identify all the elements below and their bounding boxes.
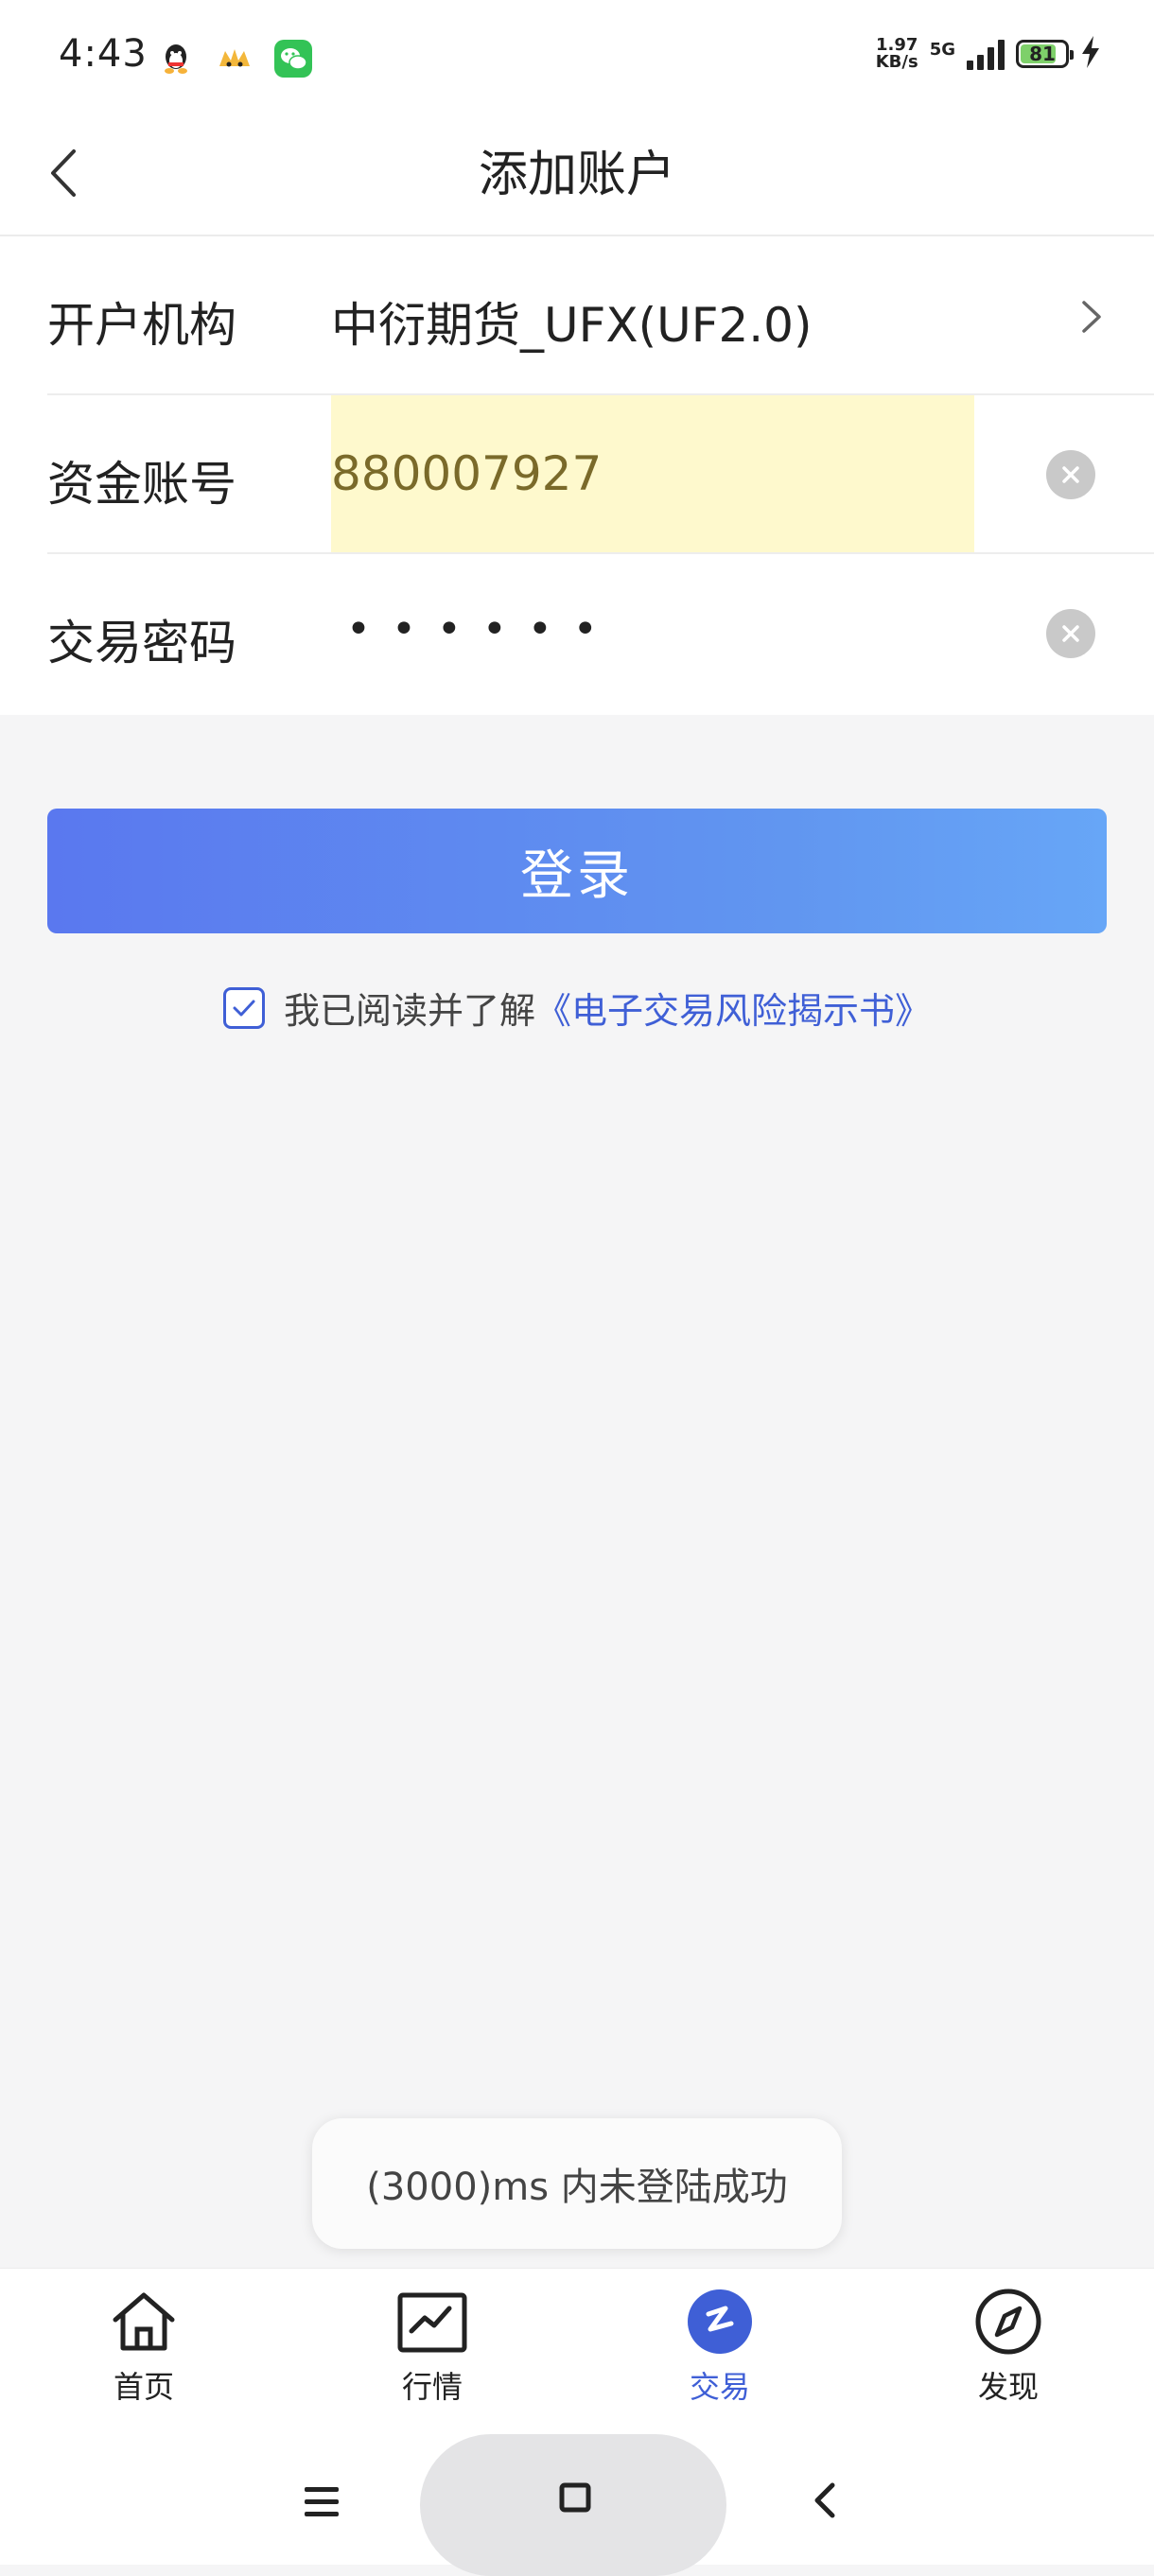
- agreement-row: 我已阅读并了解 《电子交易风险揭示书》: [0, 982, 1154, 1034]
- trade-icon: [688, 2289, 752, 2354]
- tab-label: 交易: [689, 2369, 750, 2405]
- institution-row[interactable]: 开户机构 中衍期货_UFX(UF2.0): [0, 236, 1154, 395]
- password-row: 交易密码 ••••••: [0, 554, 1154, 713]
- clear-account-button[interactable]: [1046, 450, 1095, 499]
- tab-bar: 首页 行情 交易 发现: [0, 2268, 1154, 2435]
- password-input[interactable]: ••••••: [346, 605, 619, 653]
- account-label: 资金账号: [47, 457, 236, 512]
- nav-bar: 添加账户: [0, 113, 1154, 236]
- account-input[interactable]: 880007927: [331, 446, 602, 501]
- chevron-right-icon: [1075, 293, 1109, 340]
- tab-trade[interactable]: 交易: [625, 2288, 814, 2429]
- toast: (3000)ms 内未登陆成功: [312, 2118, 842, 2249]
- wechat-icon: [274, 40, 312, 78]
- tab-market[interactable]: 行情: [338, 2288, 527, 2429]
- network-speed: 1.97 KB/s: [875, 35, 918, 72]
- chart-icon: [397, 2292, 467, 2353]
- clear-password-button[interactable]: [1046, 609, 1095, 658]
- menu-icon[interactable]: [301, 2483, 342, 2521]
- network-type: 5G: [929, 39, 955, 60]
- tab-discover[interactable]: 发现: [914, 2288, 1103, 2429]
- qq-icon: [157, 40, 195, 78]
- account-form: 开户机构 中衍期货_UFX(UF2.0) 资金账号 880007927 交易密码…: [0, 236, 1154, 715]
- battery-icon: 81: [1016, 40, 1074, 68]
- crown-icon: [216, 40, 254, 78]
- battery-label: 81: [1029, 43, 1056, 65]
- password-label: 交易密码: [47, 616, 236, 670]
- agreement-checkbox[interactable]: [222, 986, 265, 1029]
- toast-text: (3000)ms 内未登陆成功: [366, 2166, 788, 2209]
- notification-icons: [157, 40, 312, 78]
- agreement-text: 我已阅读并了解: [283, 990, 535, 1032]
- tab-label: 发现: [977, 2369, 1039, 2405]
- tab-label: 行情: [401, 2369, 463, 2405]
- status-time: 4:43: [59, 32, 148, 76]
- status-bar: 4:43 1.97 KB/s 5G 81: [0, 0, 1154, 113]
- page-title: 添加账户: [478, 147, 675, 203]
- account-row: 资金账号 880007927: [0, 395, 1154, 554]
- back-arrow-icon[interactable]: [806, 2480, 844, 2521]
- checkmark-icon: [233, 1000, 255, 1016]
- tab-label: 首页: [113, 2369, 174, 2405]
- signal-icon: [967, 38, 1005, 70]
- tab-home[interactable]: 首页: [49, 2288, 238, 2429]
- risk-disclosure-link[interactable]: 《电子交易风险揭示书》: [535, 982, 931, 1034]
- status-indicators: 1.97 KB/s 5G 81: [876, 36, 1101, 72]
- login-button[interactable]: 登录: [47, 809, 1107, 933]
- home-icon: [113, 2292, 175, 2351]
- compass-icon: [975, 2289, 1041, 2355]
- institution-label: 开户机构: [47, 298, 236, 353]
- close-icon: [1062, 625, 1079, 642]
- close-icon: [1062, 466, 1079, 483]
- institution-value: 中衍期货_UFX(UF2.0): [331, 298, 813, 353]
- system-navigation-bar: [0, 2434, 1154, 2576]
- charging-icon: [1080, 36, 1101, 72]
- square-icon[interactable]: [558, 2481, 592, 2514]
